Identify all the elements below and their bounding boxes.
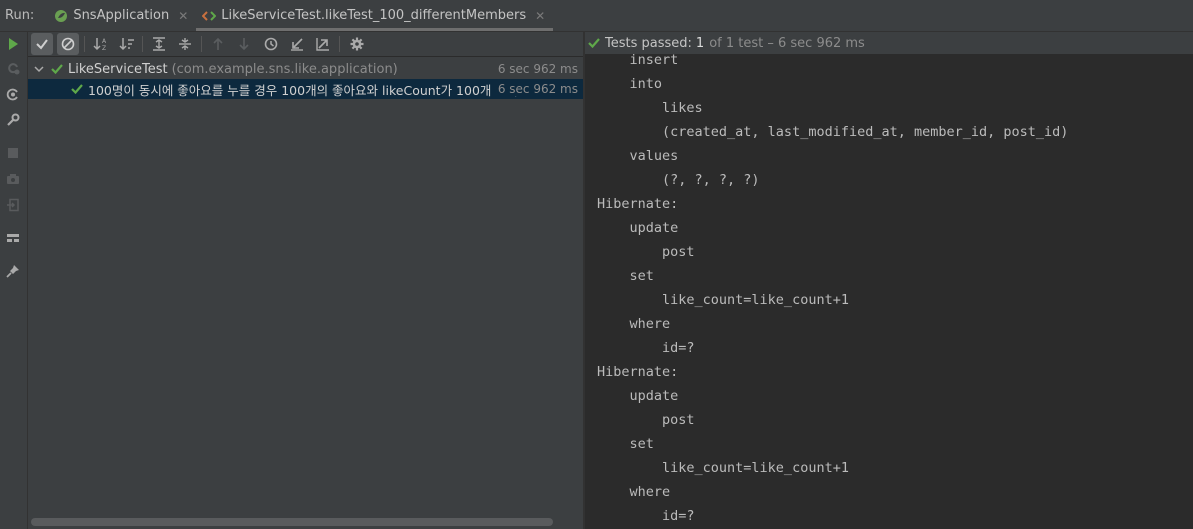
horizontal-scrollbar[interactable] <box>31 518 553 526</box>
side-toolbar <box>0 32 28 529</box>
console-line: set <box>597 436 654 452</box>
console-line: (created_at, last_modified_at, member_id… <box>597 124 1069 140</box>
show-ignored-icon[interactable] <box>57 33 79 55</box>
spring-boot-icon <box>54 9 68 23</box>
console-line: id=? <box>597 340 695 356</box>
svg-text:Z: Z <box>102 45 106 51</box>
console-line: (?, ?, ?, ?) <box>597 172 760 188</box>
test-method-name: 100명이 동시에 좋아요를 누를 경우 100개의 좋아요와 likeCoun… <box>88 82 519 98</box>
run-tab-bar: Run: SnsApplication ✕ LikeServiceTest.li… <box>0 0 1193 32</box>
console-line: set <box>597 268 654 284</box>
console-line: values <box>597 148 679 164</box>
console-line: post <box>597 244 695 260</box>
camera-icon[interactable] <box>4 170 22 188</box>
passed-check-icon <box>71 83 83 95</box>
import-icon[interactable] <box>286 33 308 55</box>
exit-icon[interactable] <box>4 196 22 214</box>
next-failed-icon[interactable] <box>233 33 255 55</box>
expand-all-icon[interactable] <box>148 33 170 55</box>
sort-alpha-icon[interactable]: A Z <box>90 33 112 55</box>
collapse-all-icon[interactable] <box>174 33 196 55</box>
chevron-down-icon[interactable] <box>34 64 46 74</box>
tab-sns-application[interactable]: SnsApplication ✕ <box>48 0 196 31</box>
rerun-failed-icon[interactable] <box>4 59 22 77</box>
run-label: Run: <box>5 8 35 23</box>
passed-check-icon <box>51 63 63 75</box>
tree-node-test-method[interactable]: 100명이 동시에 좋아요를 누를 경우 100개의 좋아요와 likeCoun… <box>28 79 583 99</box>
console-line: update <box>597 220 679 236</box>
debug-icon[interactable] <box>4 85 22 103</box>
svg-text:A: A <box>102 38 107 45</box>
test-class-duration: 6 sec 962 ms <box>497 62 578 76</box>
test-class-package: (com.example.sns.like.application) <box>171 61 398 77</box>
console-line: Hibernate: <box>597 364 687 380</box>
tree-node-test-class[interactable]: LikeServiceTest (com.example.sns.like.ap… <box>28 59 583 79</box>
close-icon[interactable]: ✕ <box>178 9 188 23</box>
console-line: where <box>597 484 671 500</box>
run-tool-window: Run: SnsApplication ✕ LikeServiceTest.li… <box>0 0 1193 529</box>
console-line: post <box>597 412 695 428</box>
show-passed-icon[interactable] <box>31 33 53 55</box>
tab-label: LikeServiceTest.likeTest_100_differentMe… <box>221 8 527 23</box>
export-icon[interactable] <box>312 33 334 55</box>
console-line: into <box>597 76 663 92</box>
stop-icon[interactable] <box>4 144 22 162</box>
tests-passed-count: 1 <box>695 35 705 51</box>
test-toolbar: A Z <box>28 32 584 56</box>
console-line: like_count=like_count+1 <box>597 460 849 476</box>
test-class-name: LikeServiceTest <box>68 61 168 77</box>
settings-icon[interactable] <box>346 33 368 55</box>
test-status-bar: Tests passed: 1 of 1 test – 6 sec 962 ms <box>585 32 1193 54</box>
console-output[interactable]: insert into likes (created_at, last_modi… <box>585 54 1193 529</box>
prev-failed-icon[interactable] <box>207 33 229 55</box>
console-line: likes <box>597 100 703 116</box>
test-method-duration: 6 sec 962 ms <box>494 82 578 96</box>
vertical-scrollbar[interactable] <box>1181 54 1193 529</box>
console-line: Hibernate: <box>597 196 687 212</box>
console-line: insert <box>597 54 679 68</box>
close-icon[interactable]: ✕ <box>535 9 545 23</box>
tab-label: SnsApplication <box>73 8 170 23</box>
passed-check-icon <box>588 37 600 49</box>
console-line: update <box>597 388 679 404</box>
layout-icon[interactable] <box>4 229 22 247</box>
wrench-icon[interactable] <box>4 111 22 129</box>
console-line: like_count=like_count+1 <box>597 292 849 308</box>
test-tree: LikeServiceTest (com.example.sns.like.ap… <box>28 57 583 529</box>
tests-detail: of 1 test – 6 sec 962 ms <box>709 35 865 51</box>
console-line: id=? <box>597 508 695 524</box>
pin-icon[interactable] <box>4 262 22 280</box>
history-icon[interactable] <box>260 33 282 55</box>
tab-like-service-test[interactable]: LikeServiceTest.likeTest_100_differentMe… <box>196 0 554 31</box>
tests-passed-label: Tests passed: <box>605 35 692 51</box>
rerun-icon[interactable] <box>4 35 22 53</box>
console-line: where <box>597 316 671 332</box>
sort-duration-icon[interactable] <box>116 33 138 55</box>
test-icon <box>202 9 217 23</box>
